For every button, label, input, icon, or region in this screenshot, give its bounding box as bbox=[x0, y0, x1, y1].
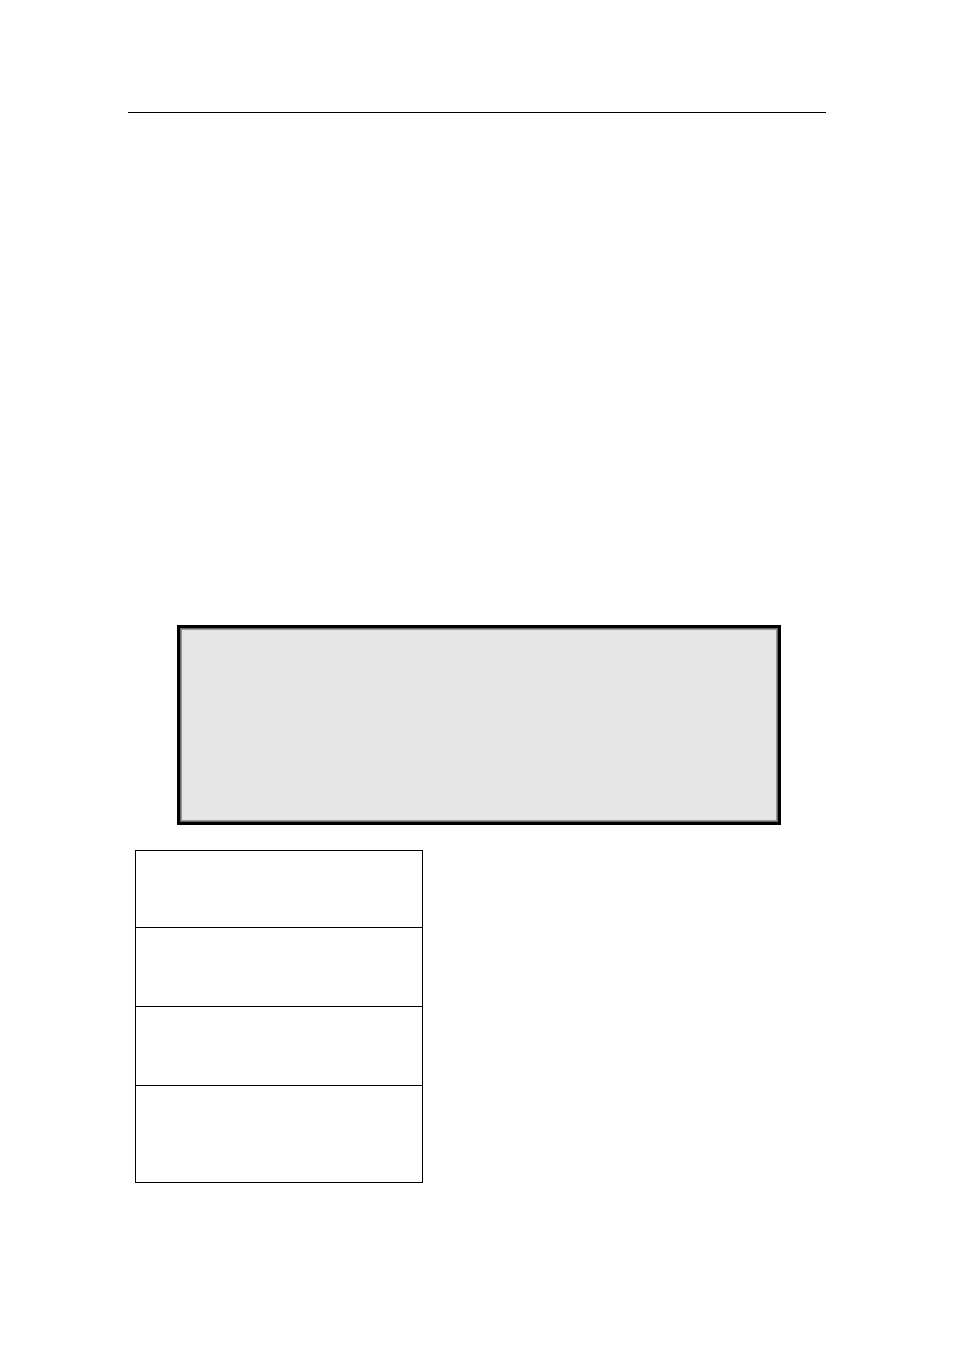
shaded-content-box bbox=[177, 625, 781, 825]
table-container bbox=[135, 850, 423, 1183]
table-row bbox=[136, 928, 422, 1007]
table-row bbox=[136, 1086, 422, 1182]
table-row bbox=[136, 851, 422, 928]
table-row bbox=[136, 1007, 422, 1086]
header-divider bbox=[128, 112, 826, 113]
